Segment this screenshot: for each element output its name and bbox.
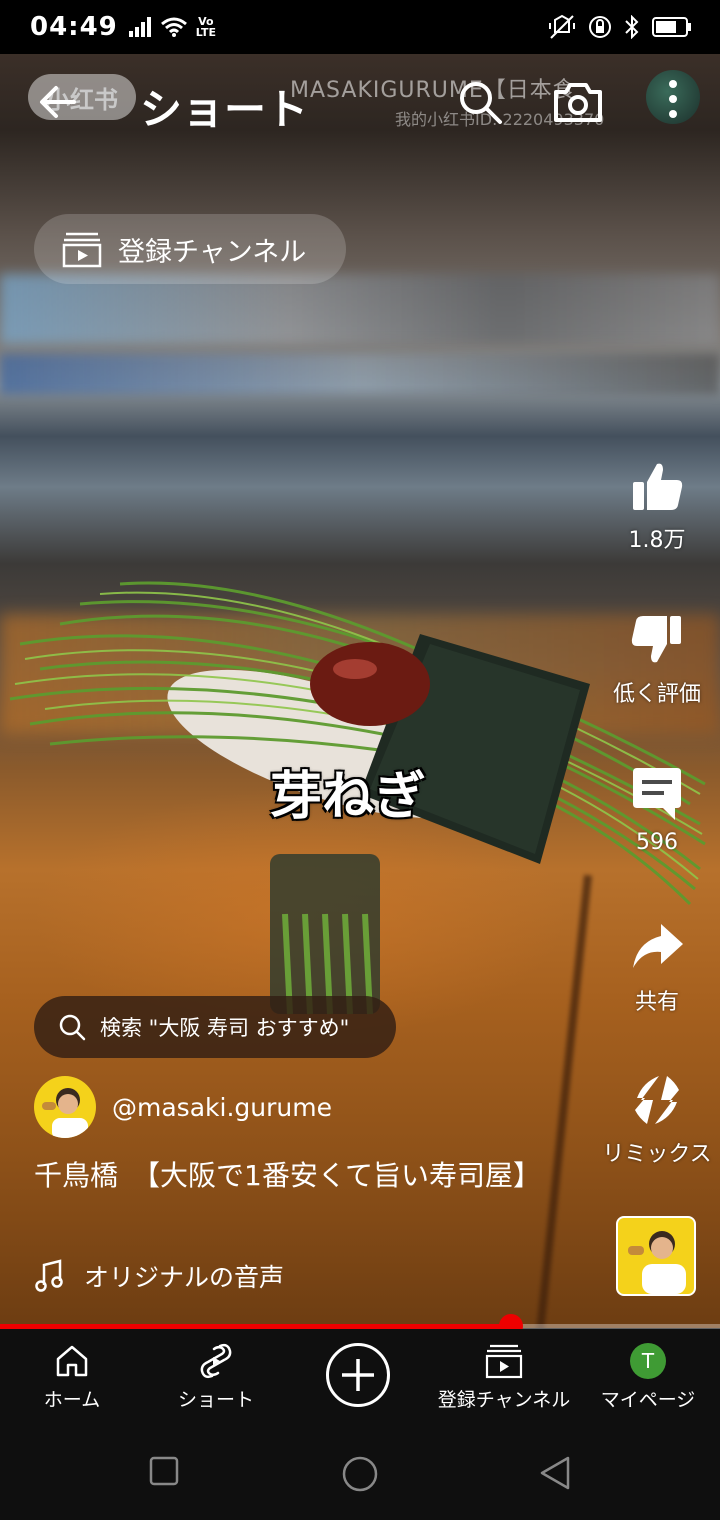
like-button[interactable]: 1.8万 — [592, 458, 720, 554]
channel-row[interactable]: @masaki.gurume — [34, 1076, 332, 1138]
person-icon — [628, 1231, 686, 1294]
signal-icon — [128, 17, 151, 37]
search-suggestion-chip[interactable]: 検索 "大阪 寿司 おすすめ" — [34, 996, 396, 1058]
share-label: 共有 — [634, 990, 679, 1015]
music-row[interactable]: オリジナルの音声 — [34, 1258, 284, 1294]
system-nav-bar — [0, 1429, 720, 1520]
home-icon — [56, 1345, 88, 1377]
plus-icon — [342, 1359, 374, 1391]
nav-shorts[interactable]: ショート — [144, 1329, 288, 1429]
subscriptions-icon — [62, 232, 102, 268]
dislike-label: 低く評価 — [612, 682, 701, 707]
comments-button[interactable]: 596 — [592, 766, 720, 855]
search-suggestion-text: 検索 "大阪 寿司 おすすめ" — [100, 1016, 350, 1040]
subscriptions-pill-label: 登録チャンネル — [118, 236, 307, 268]
shorts-icon — [200, 1343, 232, 1379]
vibrate-icon — [549, 14, 575, 39]
status-time: 04:49 — [30, 12, 118, 42]
remix-button[interactable]: リミックス — [592, 1072, 720, 1168]
nav-my-page-label: マイページ — [600, 1389, 696, 1411]
search-icon[interactable] — [456, 78, 504, 126]
like-count: 1.8万 — [628, 528, 686, 553]
music-note-icon — [35, 1259, 63, 1292]
nav-subscriptions[interactable]: 登録チャンネル — [432, 1329, 576, 1429]
more-options-icon[interactable] — [666, 78, 680, 120]
rotation-lock-icon — [589, 16, 611, 38]
sound-thumbnail[interactable] — [616, 1216, 696, 1296]
recent-apps-icon[interactable] — [148, 1455, 180, 1487]
subscriptions-icon — [485, 1344, 523, 1379]
person-icon — [42, 1088, 88, 1138]
channel-avatar[interactable] — [34, 1076, 96, 1138]
remix-label: リミックス — [602, 1142, 712, 1167]
bottom-nav: ホーム ショート 登録チャンネル T マイページ — [0, 1329, 720, 1429]
nav-my-page[interactable]: T マイページ — [576, 1329, 720, 1429]
status-bar: 04:49 Vo LTE — [0, 0, 720, 54]
page-title: ショート — [140, 85, 309, 134]
home-circle-icon[interactable] — [341, 1455, 379, 1493]
camera-icon[interactable] — [552, 78, 604, 126]
share-icon — [633, 924, 683, 968]
volte-indicator: Vo LTE — [195, 15, 216, 39]
share-button[interactable]: 共有 — [592, 920, 720, 1016]
nav-shorts-label: ショート — [177, 1389, 254, 1411]
create-button[interactable] — [326, 1343, 390, 1407]
nav-subscriptions-label: 登録チャンネル — [437, 1389, 571, 1411]
comment-icon — [633, 768, 681, 820]
wifi-icon — [160, 17, 187, 37]
back-triangle-icon[interactable] — [538, 1455, 572, 1491]
top-bar: ショート — [0, 54, 720, 154]
back-arrow-icon[interactable] — [34, 78, 82, 126]
video-caption: 芽ねぎ — [270, 767, 427, 827]
thumbs-down-icon — [631, 616, 681, 663]
battery-icon — [652, 17, 691, 37]
thumbs-up-icon — [633, 463, 683, 510]
remix-icon — [635, 1076, 679, 1124]
channel-handle[interactable]: @masaki.gurume — [112, 1093, 332, 1122]
music-label: オリジナルの音声 — [84, 1263, 285, 1292]
user-avatar: T — [630, 1343, 666, 1379]
dislike-button[interactable]: 低く評価 — [592, 612, 720, 708]
nav-home[interactable]: ホーム — [0, 1329, 144, 1429]
search-icon — [59, 1014, 86, 1041]
bluetooth-icon — [625, 15, 639, 39]
video-title: 千鳥橋 【大阪で1番安くて旨い寿司屋】 — [34, 1159, 541, 1192]
subscriptions-pill[interactable]: 登録チャンネル — [34, 214, 346, 284]
comment-count: 596 — [636, 830, 678, 855]
nav-home-label: ホーム — [43, 1389, 101, 1411]
